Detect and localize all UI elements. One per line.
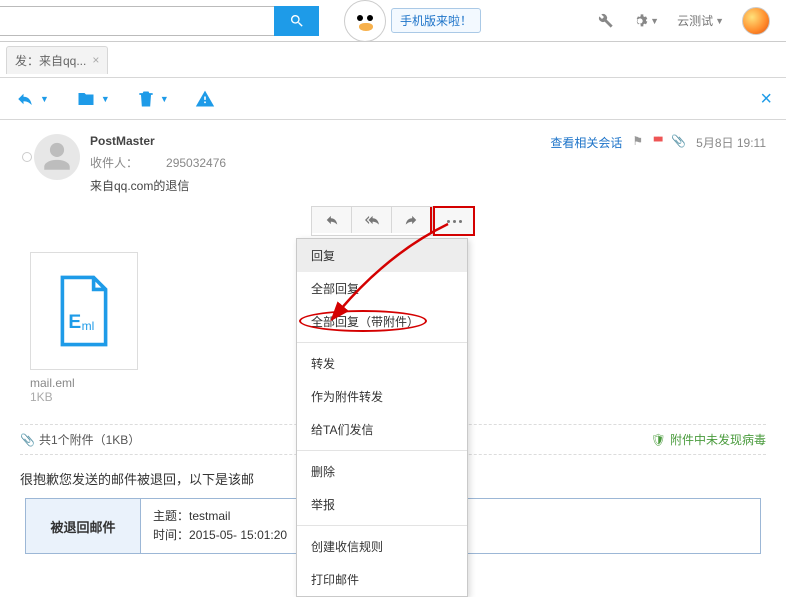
message-header-right: 查看相关会话 ⚑ ■■ 📎 5月8日 19:11 bbox=[550, 134, 766, 194]
tab-mail[interactable]: 发：来自qq... × bbox=[6, 46, 108, 74]
virus-scan-label: 附件中未发现病毒 bbox=[670, 431, 766, 448]
menu-reply-all-attachment[interactable]: 全部回复（带附件） bbox=[297, 305, 467, 338]
menu-send-to-ta[interactable]: 给TA们发信 bbox=[297, 413, 467, 446]
more-actions-menu: 回复 全部回复 全部回复（带附件） 转发 作为附件转发 给TA们发信 删除 举报… bbox=[296, 238, 468, 597]
bounce-details: 主题：testmail 时间：2015-05- 15:01:20 bbox=[141, 499, 299, 553]
search-input[interactable] bbox=[0, 6, 274, 36]
recipients-value: 295032476 bbox=[166, 156, 226, 170]
wrench-icon[interactable] bbox=[598, 13, 614, 29]
delete-dropdown-button[interactable]: ▼ bbox=[136, 89, 169, 109]
menu-reply[interactable]: 回复 bbox=[297, 239, 467, 272]
tab-close-icon[interactable]: × bbox=[92, 53, 99, 67]
menu-forward[interactable]: 转发 bbox=[297, 347, 467, 380]
tab-bar: 发：来自qq... × bbox=[0, 42, 786, 78]
forward-button[interactable] bbox=[392, 207, 432, 233]
reply-all-button[interactable] bbox=[352, 207, 392, 233]
menu-reply-all[interactable]: 全部回复 bbox=[297, 272, 467, 305]
message-meta: PostMaster 收件人： 295032476 来自qq.com的退信 bbox=[90, 134, 550, 194]
cloud-test-label: 云测试 bbox=[677, 12, 713, 29]
bounce-subject-label: 主题： bbox=[153, 509, 189, 523]
cloud-test-link[interactable]: 云测试▼ bbox=[677, 12, 724, 29]
svg-text:E: E bbox=[68, 312, 81, 333]
reply-dropdown-button[interactable]: ▼ bbox=[14, 90, 49, 108]
top-bar: 手机版来啦！ ▼ 云测试▼ bbox=[0, 0, 786, 42]
flag-icon[interactable]: ⚑ bbox=[632, 134, 643, 148]
tip-bubble[interactable]: 手机版来啦！ bbox=[391, 8, 481, 33]
bounce-time-value: 2015-05- 15:01:20 bbox=[189, 528, 287, 542]
mascot-icon bbox=[344, 0, 386, 42]
attachment-count: 共1个附件（1KB） bbox=[39, 431, 140, 448]
svg-text:ml: ml bbox=[82, 319, 95, 333]
attachment-name: mail.eml bbox=[30, 376, 138, 390]
menu-forward-as-attachment[interactable]: 作为附件转发 bbox=[297, 380, 467, 413]
attachment-thumb: Eml bbox=[30, 252, 138, 370]
subject-line: 来自qq.com的退信 bbox=[90, 177, 550, 194]
menu-create-rule[interactable]: 创建收信规则 bbox=[297, 530, 467, 563]
attachment-size: 1KB bbox=[30, 390, 138, 404]
settings-dropdown[interactable]: ▼ bbox=[632, 13, 659, 29]
reply-button-row bbox=[0, 206, 786, 236]
panel-close-button[interactable]: × bbox=[760, 89, 772, 109]
search-icon bbox=[289, 13, 305, 29]
warn-button[interactable] bbox=[195, 89, 215, 109]
reply-button[interactable] bbox=[312, 207, 352, 233]
related-conv-link[interactable]: 查看相关会话 bbox=[550, 134, 622, 151]
search-box bbox=[0, 0, 319, 42]
bounce-time-label: 时间： bbox=[153, 528, 189, 542]
message-header: PostMaster 收件人： 295032476 来自qq.com的退信 查看相… bbox=[0, 120, 786, 200]
user-avatar[interactable] bbox=[742, 7, 770, 35]
paperclip-icon: 📎 bbox=[20, 433, 35, 447]
shield-icon: 🛡 bbox=[651, 433, 666, 447]
more-actions-button[interactable] bbox=[433, 206, 475, 236]
attachment-icon: 📎 bbox=[671, 134, 686, 148]
bounce-subject-value: testmail bbox=[189, 509, 230, 523]
sender-name: PostMaster bbox=[90, 134, 550, 148]
priority-icon: ■■ bbox=[653, 134, 661, 145]
search-button[interactable] bbox=[274, 6, 319, 36]
menu-delete[interactable]: 删除 bbox=[297, 455, 467, 488]
recipients-label: 收件人： bbox=[90, 156, 138, 170]
reply-button-group bbox=[311, 206, 433, 236]
bounce-heading: 被退回邮件 bbox=[26, 499, 141, 553]
menu-print[interactable]: 打印邮件 bbox=[297, 563, 467, 596]
read-marker[interactable] bbox=[20, 134, 34, 194]
message-date: 5月8日 19:11 bbox=[696, 134, 766, 151]
sender-avatar bbox=[34, 134, 80, 180]
attachment-block[interactable]: Eml mail.eml 1KB bbox=[30, 252, 138, 404]
folder-dropdown-button[interactable]: ▼ bbox=[75, 90, 110, 108]
topbar-right: ▼ 云测试▼ bbox=[598, 7, 786, 35]
mail-toolbar: ▼ ▼ ▼ × bbox=[0, 78, 786, 120]
tab-label: 发：来自qq... bbox=[15, 52, 86, 69]
menu-report[interactable]: 举报 bbox=[297, 488, 467, 521]
